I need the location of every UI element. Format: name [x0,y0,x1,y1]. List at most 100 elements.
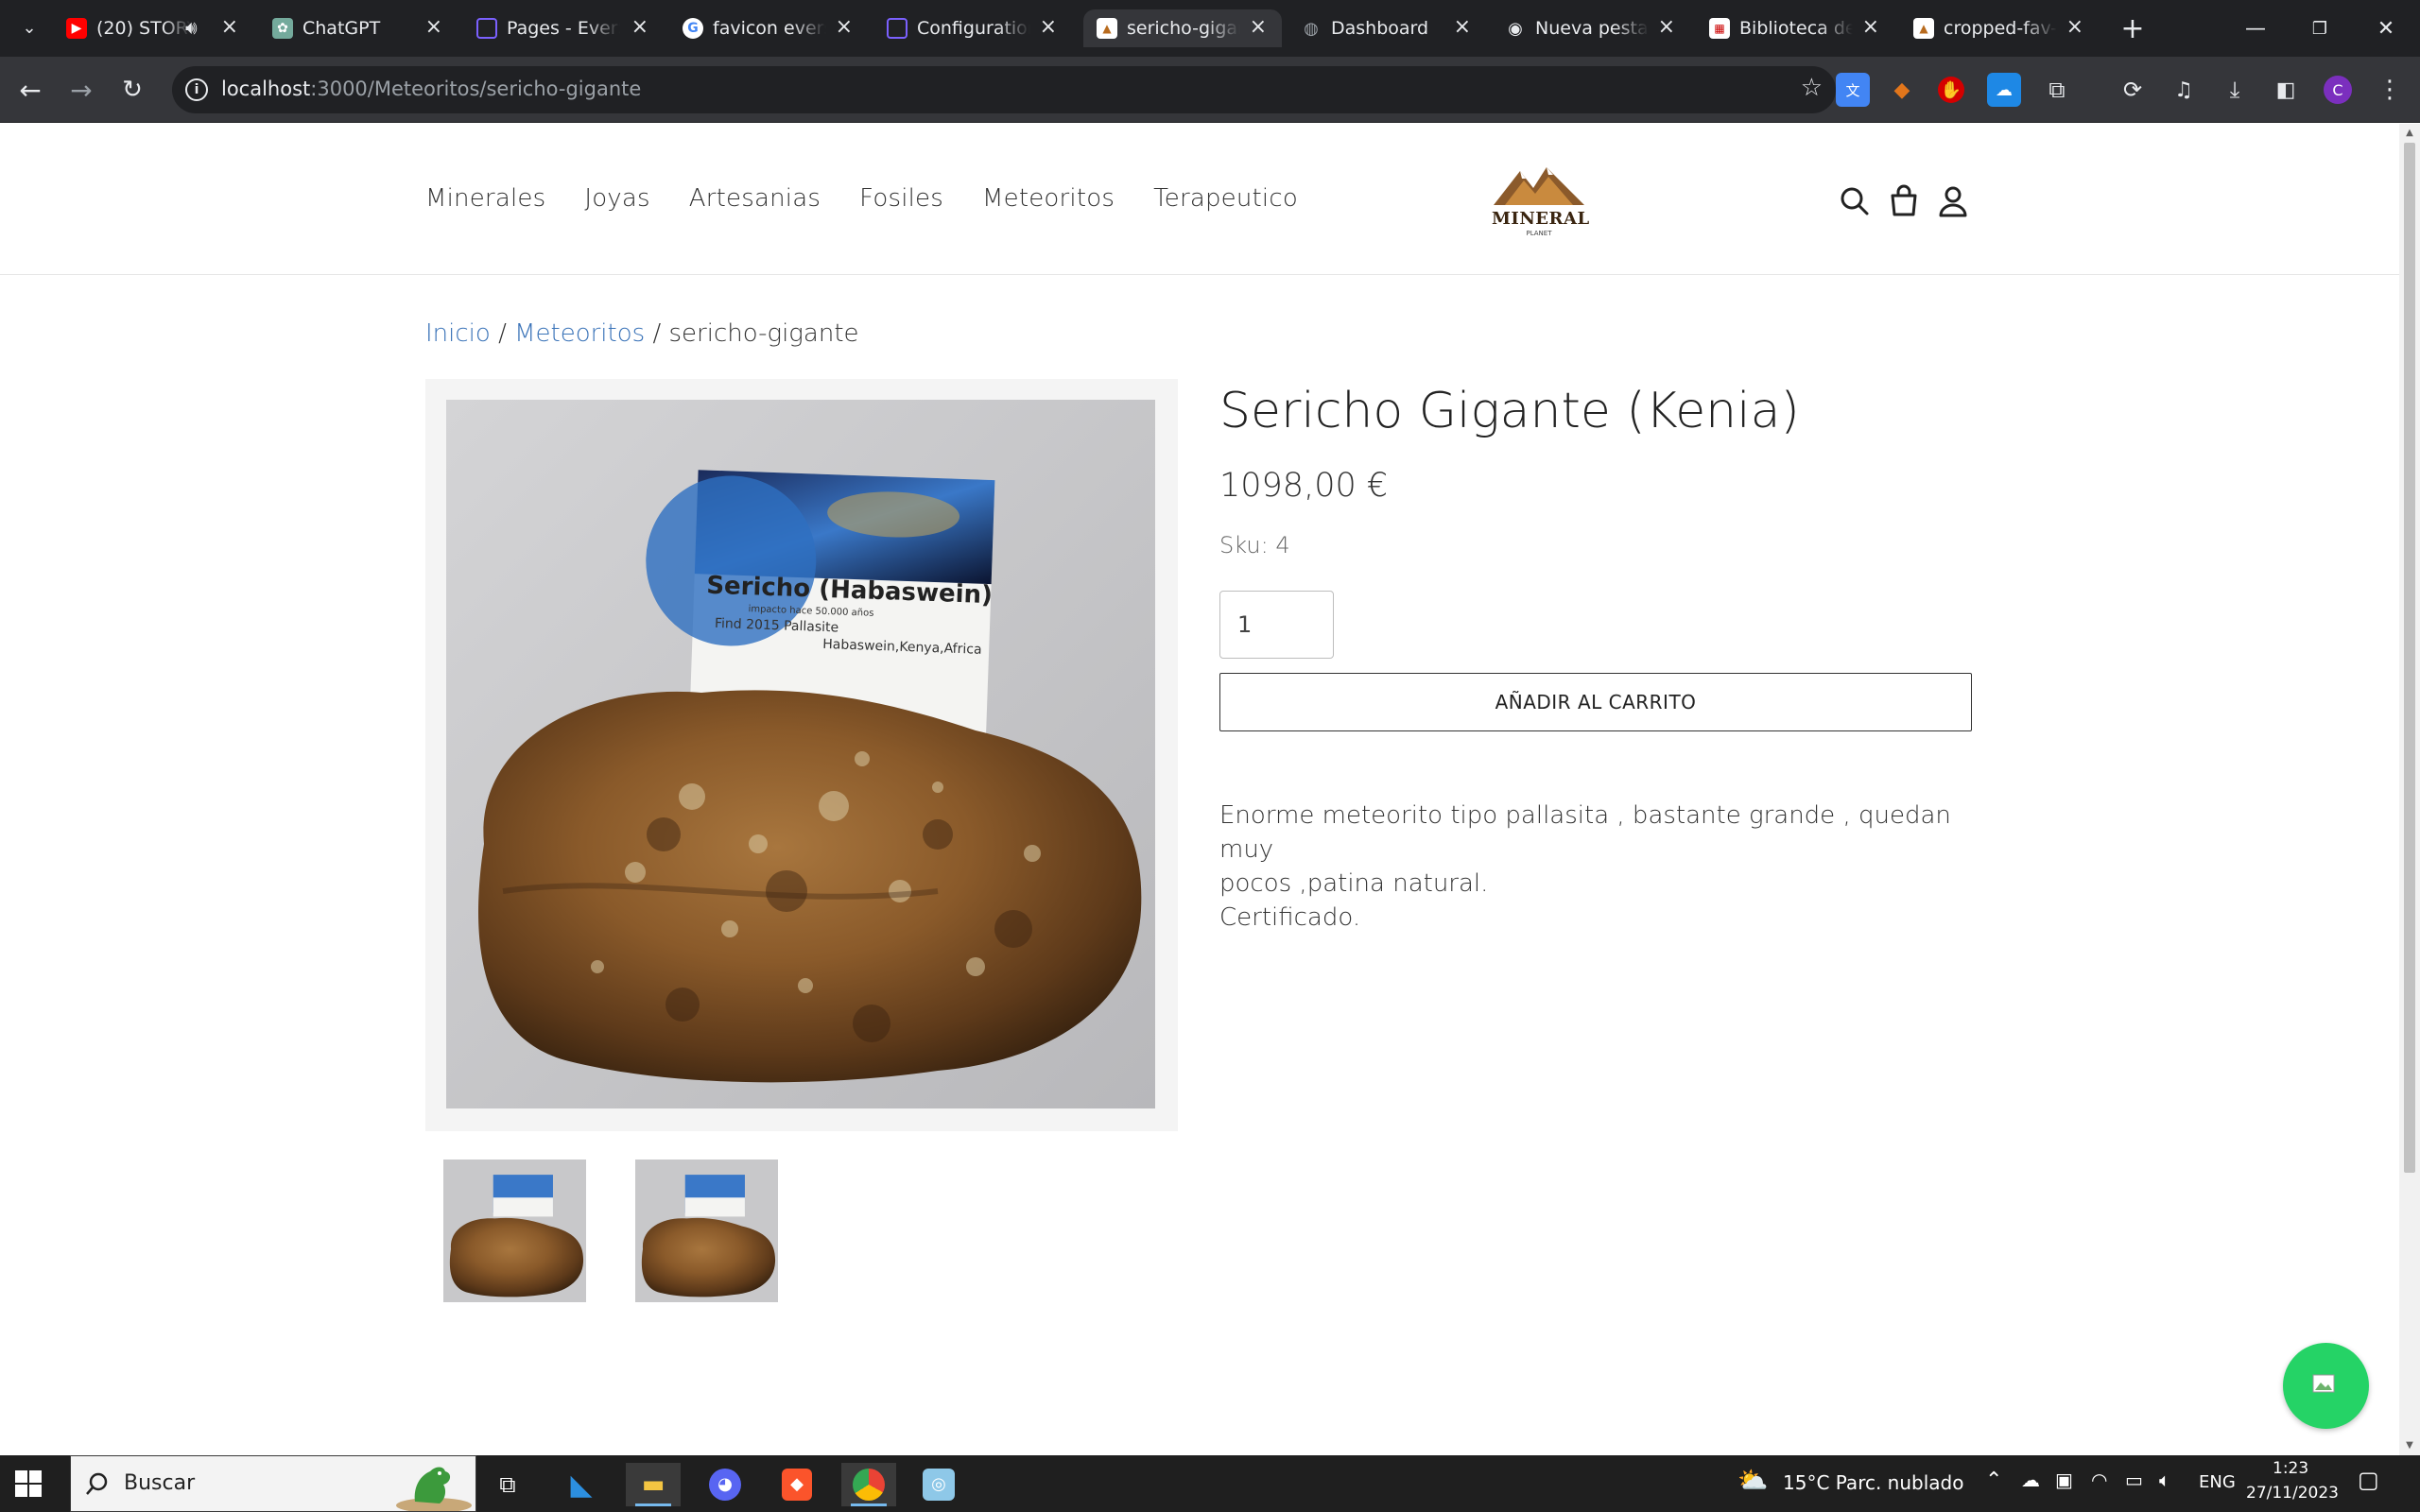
tab-close-icon[interactable]: × [1658,16,1675,39]
reload-icon[interactable]: ↻ [112,69,153,111]
browser-tab[interactable]: G favicon evershop × [669,9,868,47]
speaker-icon[interactable]: 🔊︎ [185,16,198,39]
remote-app-icon[interactable]: ◎ [911,1463,966,1506]
minimize-icon[interactable]: — [2227,11,2284,45]
tab-close-icon[interactable]: × [631,16,648,39]
vscode-icon[interactable]: ◣ [554,1463,609,1506]
close-window-icon[interactable]: ✕ [2358,11,2414,45]
wifi-icon[interactable]: ◠ [2091,1469,2107,1491]
user-account-icon[interactable] [1934,182,1972,220]
menu-kebab-icon[interactable]: ⋮ [2373,73,2407,107]
breadcrumb-category[interactable]: Meteoritos [514,319,645,348]
tab-close-icon[interactable]: × [221,16,238,39]
browser-tab[interactable]: ▶ (20) STORY 🔊︎ × [53,9,253,47]
breadcrumb-separator: / [498,319,507,348]
whatsapp-chat-button[interactable] [2283,1343,2369,1429]
browser-tab[interactable]: ◉ Nueva pestaña × [1492,9,1690,47]
extensions-puzzle-icon[interactable]: ⧉ [2040,73,2074,107]
show-hidden-icons-icon[interactable]: ⌃ [1985,1469,2002,1492]
browser-tab[interactable]: ✿ ChatGPT × [259,9,458,47]
back-arrow-icon[interactable]: ← [9,69,51,111]
download-icon[interactable]: ⤓ [2218,73,2252,107]
windows-taskbar: Buscar ⧉ ◣ ▬ ◕ ◆ ◎ ⛅ 15°C Parc. nublado … [0,1455,2420,1512]
battery-icon[interactable]: ▭ [2125,1469,2143,1491]
search-icon[interactable] [1836,182,1874,220]
quantity-input[interactable] [1219,591,1334,659]
tab-title: favicon evershop [713,18,826,39]
address-bar[interactable]: i localhost:3000/Meteoritos/sericho-giga… [172,66,1836,113]
side-panel-icon[interactable]: ◧ [2269,73,2303,107]
language-indicator[interactable]: ENG [2199,1472,2236,1492]
scroll-up-icon[interactable]: ▲ [2404,128,2415,139]
discord-icon[interactable]: ◕ [698,1463,752,1506]
site-logo[interactable]: MINERAL PLANET [1492,162,1590,245]
clock-date[interactable]: 27/11/2023 [2246,1484,2339,1503]
tab-close-icon[interactable]: × [1250,16,1267,39]
restore-icon[interactable]: ❐ [2291,11,2348,45]
youtube-icon: ▶ [66,18,87,39]
taskbar-search-box[interactable]: Buscar [70,1455,476,1512]
product-thumbnail[interactable] [443,1160,586,1302]
nav-item-artesanias[interactable]: Artesanias [689,184,821,213]
chrome-icon[interactable] [841,1463,896,1506]
task-view-icon[interactable]: ⧉ [480,1463,535,1506]
tab-close-icon[interactable]: × [1454,16,1471,39]
tab-close-icon[interactable]: × [1862,16,1879,39]
nav-item-meteoritos[interactable]: Meteoritos [982,184,1115,213]
tab-close-icon[interactable]: × [425,16,442,39]
browser-tab-active[interactable]: ▲ sericho-gigante × [1083,9,1282,47]
volume-icon[interactable]: 🔈︎ [2159,1469,2170,1491]
tab-close-icon[interactable]: × [836,16,853,39]
description-line: pocos ,patina natural. [1219,869,1489,898]
performance-icon[interactable]: ⟳ [2116,73,2150,107]
metamask-extension-icon[interactable]: ◆ [1885,73,1919,107]
weather-text[interactable]: 15°C Parc. nublado [1783,1471,1963,1494]
tab-close-icon[interactable]: × [2066,16,2083,39]
tab-title: Nueva pestaña [1535,18,1649,39]
address-url[interactable]: localhost:3000/Meteoritos/sericho-gigant… [221,77,641,100]
mineral-logo-icon: ▲ [1097,18,1117,39]
shopping-bag-icon[interactable] [1885,182,1923,220]
bookmark-star-icon[interactable]: ☆ [1801,74,1823,102]
breadcrumb-separator: / [652,319,662,348]
browser-tab[interactable]: Configuration × [873,9,1072,47]
add-to-cart-button[interactable]: AÑADIR AL CARRITO [1219,673,1972,731]
page-scrollbar[interactable]: ▲ ▼ [2399,124,2420,1455]
broken-image-icon [2312,1374,2334,1392]
translate-extension-icon[interactable]: 文 [1836,73,1870,107]
browser-tab[interactable]: ◍ Dashboard × [1288,9,1486,47]
nav-item-joyas[interactable]: Joyas [584,184,649,213]
tab-close-icon[interactable]: × [1040,16,1057,39]
display-icon[interactable]: ▣ [2055,1469,2073,1491]
brave-icon[interactable]: ◆ [769,1463,824,1506]
windows-start-icon[interactable] [13,1469,43,1499]
clock-time[interactable]: 1:23 [2273,1459,2308,1478]
product-thumbnail[interactable] [635,1160,778,1302]
scrollbar-thumb[interactable] [2404,143,2415,1173]
tab-search-chevron-icon[interactable]: ⌄ [15,13,43,42]
description-line: Certificado. [1219,903,1361,932]
onedrive-icon[interactable]: ☁ [2021,1469,2040,1491]
browser-tab[interactable]: ▲ cropped-fav-i × [1900,9,2099,47]
notification-icon[interactable]: ▢ [2358,1467,2379,1493]
logo-subtext: PLANET [1526,230,1552,237]
file-explorer-icon[interactable]: ▬ [626,1463,681,1506]
profile-avatar[interactable]: C [2324,76,2352,104]
site-info-icon[interactable]: i [185,78,208,101]
browser-tab[interactable]: Pages - EverShop × [463,9,664,47]
product-main-image[interactable]: Sericho (Habaswein) impacto hace 50.000 … [446,400,1155,1108]
evershop-icon [887,18,908,39]
logo-text: MINERAL [1492,209,1590,229]
weather-icon[interactable]: ⛅ [1737,1467,1768,1495]
forward-arrow-icon[interactable]: → [60,69,102,111]
breadcrumb-home[interactable]: Inicio [425,319,491,348]
nav-item-minerales[interactable]: Minerales [425,184,545,213]
browser-tab[interactable]: ▦ Biblioteca de × [1696,9,1894,47]
adblock-extension-icon[interactable]: ✋ [1938,77,1964,103]
cloud-extension-icon[interactable]: ☁ [1987,73,2021,107]
nav-item-terapeutico[interactable]: Terapeutico [1153,184,1298,213]
nav-item-fosiles[interactable]: Fosiles [859,184,943,213]
media-control-icon[interactable]: ♫ [2167,73,2201,107]
new-tab-button[interactable]: + [2116,11,2150,45]
scroll-down-icon[interactable]: ▼ [2404,1440,2415,1452]
